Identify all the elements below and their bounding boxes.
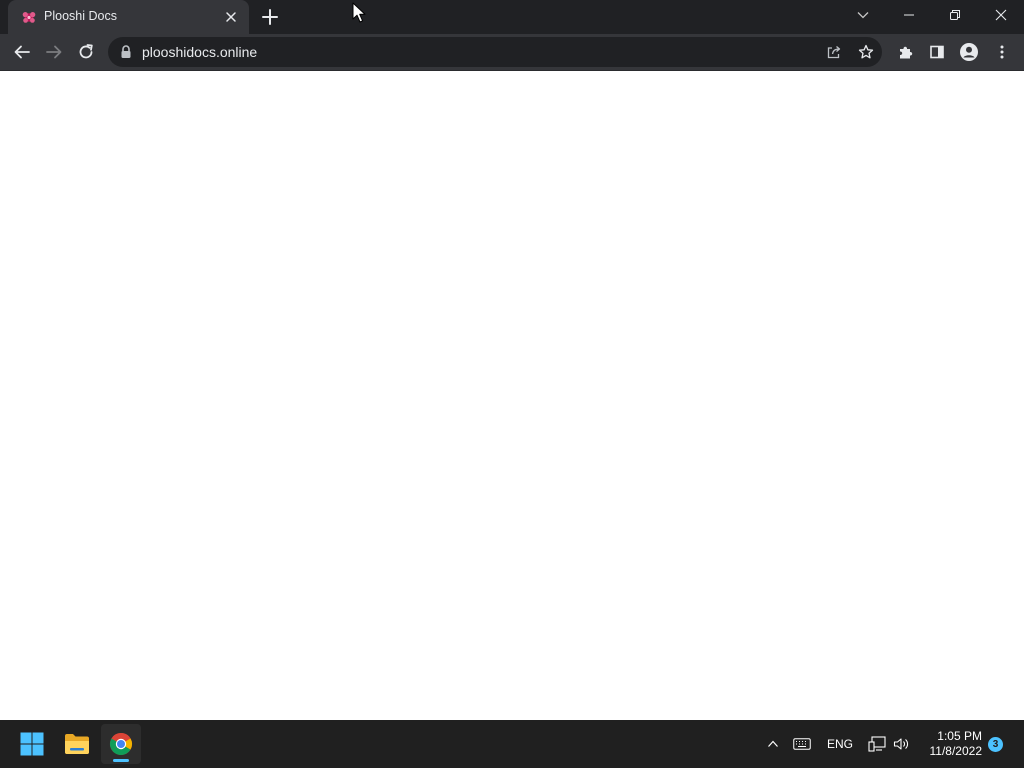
close-tab-icon[interactable] [223,9,239,25]
tab-title: Plooshi Docs [44,9,117,23]
side-panel-icon [930,45,944,59]
new-tab-button[interactable] [258,5,282,29]
chevron-up-icon [768,740,778,747]
minimize-icon [904,14,914,16]
page-content[interactable] [0,70,1024,720]
avatar-icon [960,43,978,61]
restore-button[interactable] [932,0,978,30]
speaker-icon [893,738,908,750]
chrome-icon [110,733,132,755]
url-text[interactable]: plooshidocs.online [142,44,257,60]
address-bar[interactable]: plooshidocs.online [108,37,882,67]
puzzle-piece-icon [900,46,913,59]
restore-icon [950,10,960,20]
windows-start-icon [20,732,44,756]
forward-button[interactable] [40,38,68,66]
reload-icon [79,44,93,59]
close-icon [995,9,1007,21]
plooshi-favicon-icon [22,12,36,23]
close-window-button[interactable] [978,0,1024,30]
language-indicator[interactable]: ENG [822,720,858,768]
mouse-cursor-icon [352,2,366,23]
reload-button[interactable] [72,38,100,66]
touch-keyboard-button[interactable] [790,720,814,768]
keyboard-icon [793,738,811,750]
bookmark-button[interactable] [854,40,878,64]
share-icon [827,46,841,59]
share-button[interactable] [822,40,846,64]
network-icon [868,736,886,752]
volume-button[interactable] [890,720,912,768]
side-panel-button[interactable] [923,38,951,66]
taskbar-file-explorer[interactable] [57,724,97,764]
start-button[interactable] [12,724,52,764]
taskbar: ENG 1:05 PM 11/8/2022 [0,720,1024,768]
tab-search-button[interactable] [840,0,886,30]
tab-plooshi-docs[interactable]: Plooshi Docs [8,0,249,34]
arrow-right-icon [46,45,62,59]
active-app-indicator [113,759,129,762]
arrow-left-icon [14,45,30,59]
lock-icon[interactable] [120,45,132,59]
menu-button[interactable] [988,38,1016,66]
clock-date: 11/8/2022 [929,744,983,758]
language-label: ENG [826,737,853,751]
minimize-button[interactable] [886,0,932,30]
taskbar-chrome[interactable] [101,724,141,764]
kebab-menu-icon [1000,45,1004,59]
browser-toolbar: plooshidocs.online [0,34,1024,70]
extensions-button[interactable] [892,38,920,66]
browser-tabstrip: Plooshi Docs [0,0,1024,34]
show-hidden-icons-button[interactable] [762,720,784,768]
clock[interactable]: 1:05 PM 11/8/2022 [918,729,983,759]
clock-time: 1:05 PM [937,729,982,743]
network-button[interactable] [866,720,888,768]
folder-icon [65,734,89,754]
back-button[interactable] [8,38,36,66]
profile-button[interactable] [955,38,983,66]
star-icon [858,44,874,59]
chevron-down-icon [857,12,869,19]
notification-badge[interactable]: 3 [988,737,1003,752]
